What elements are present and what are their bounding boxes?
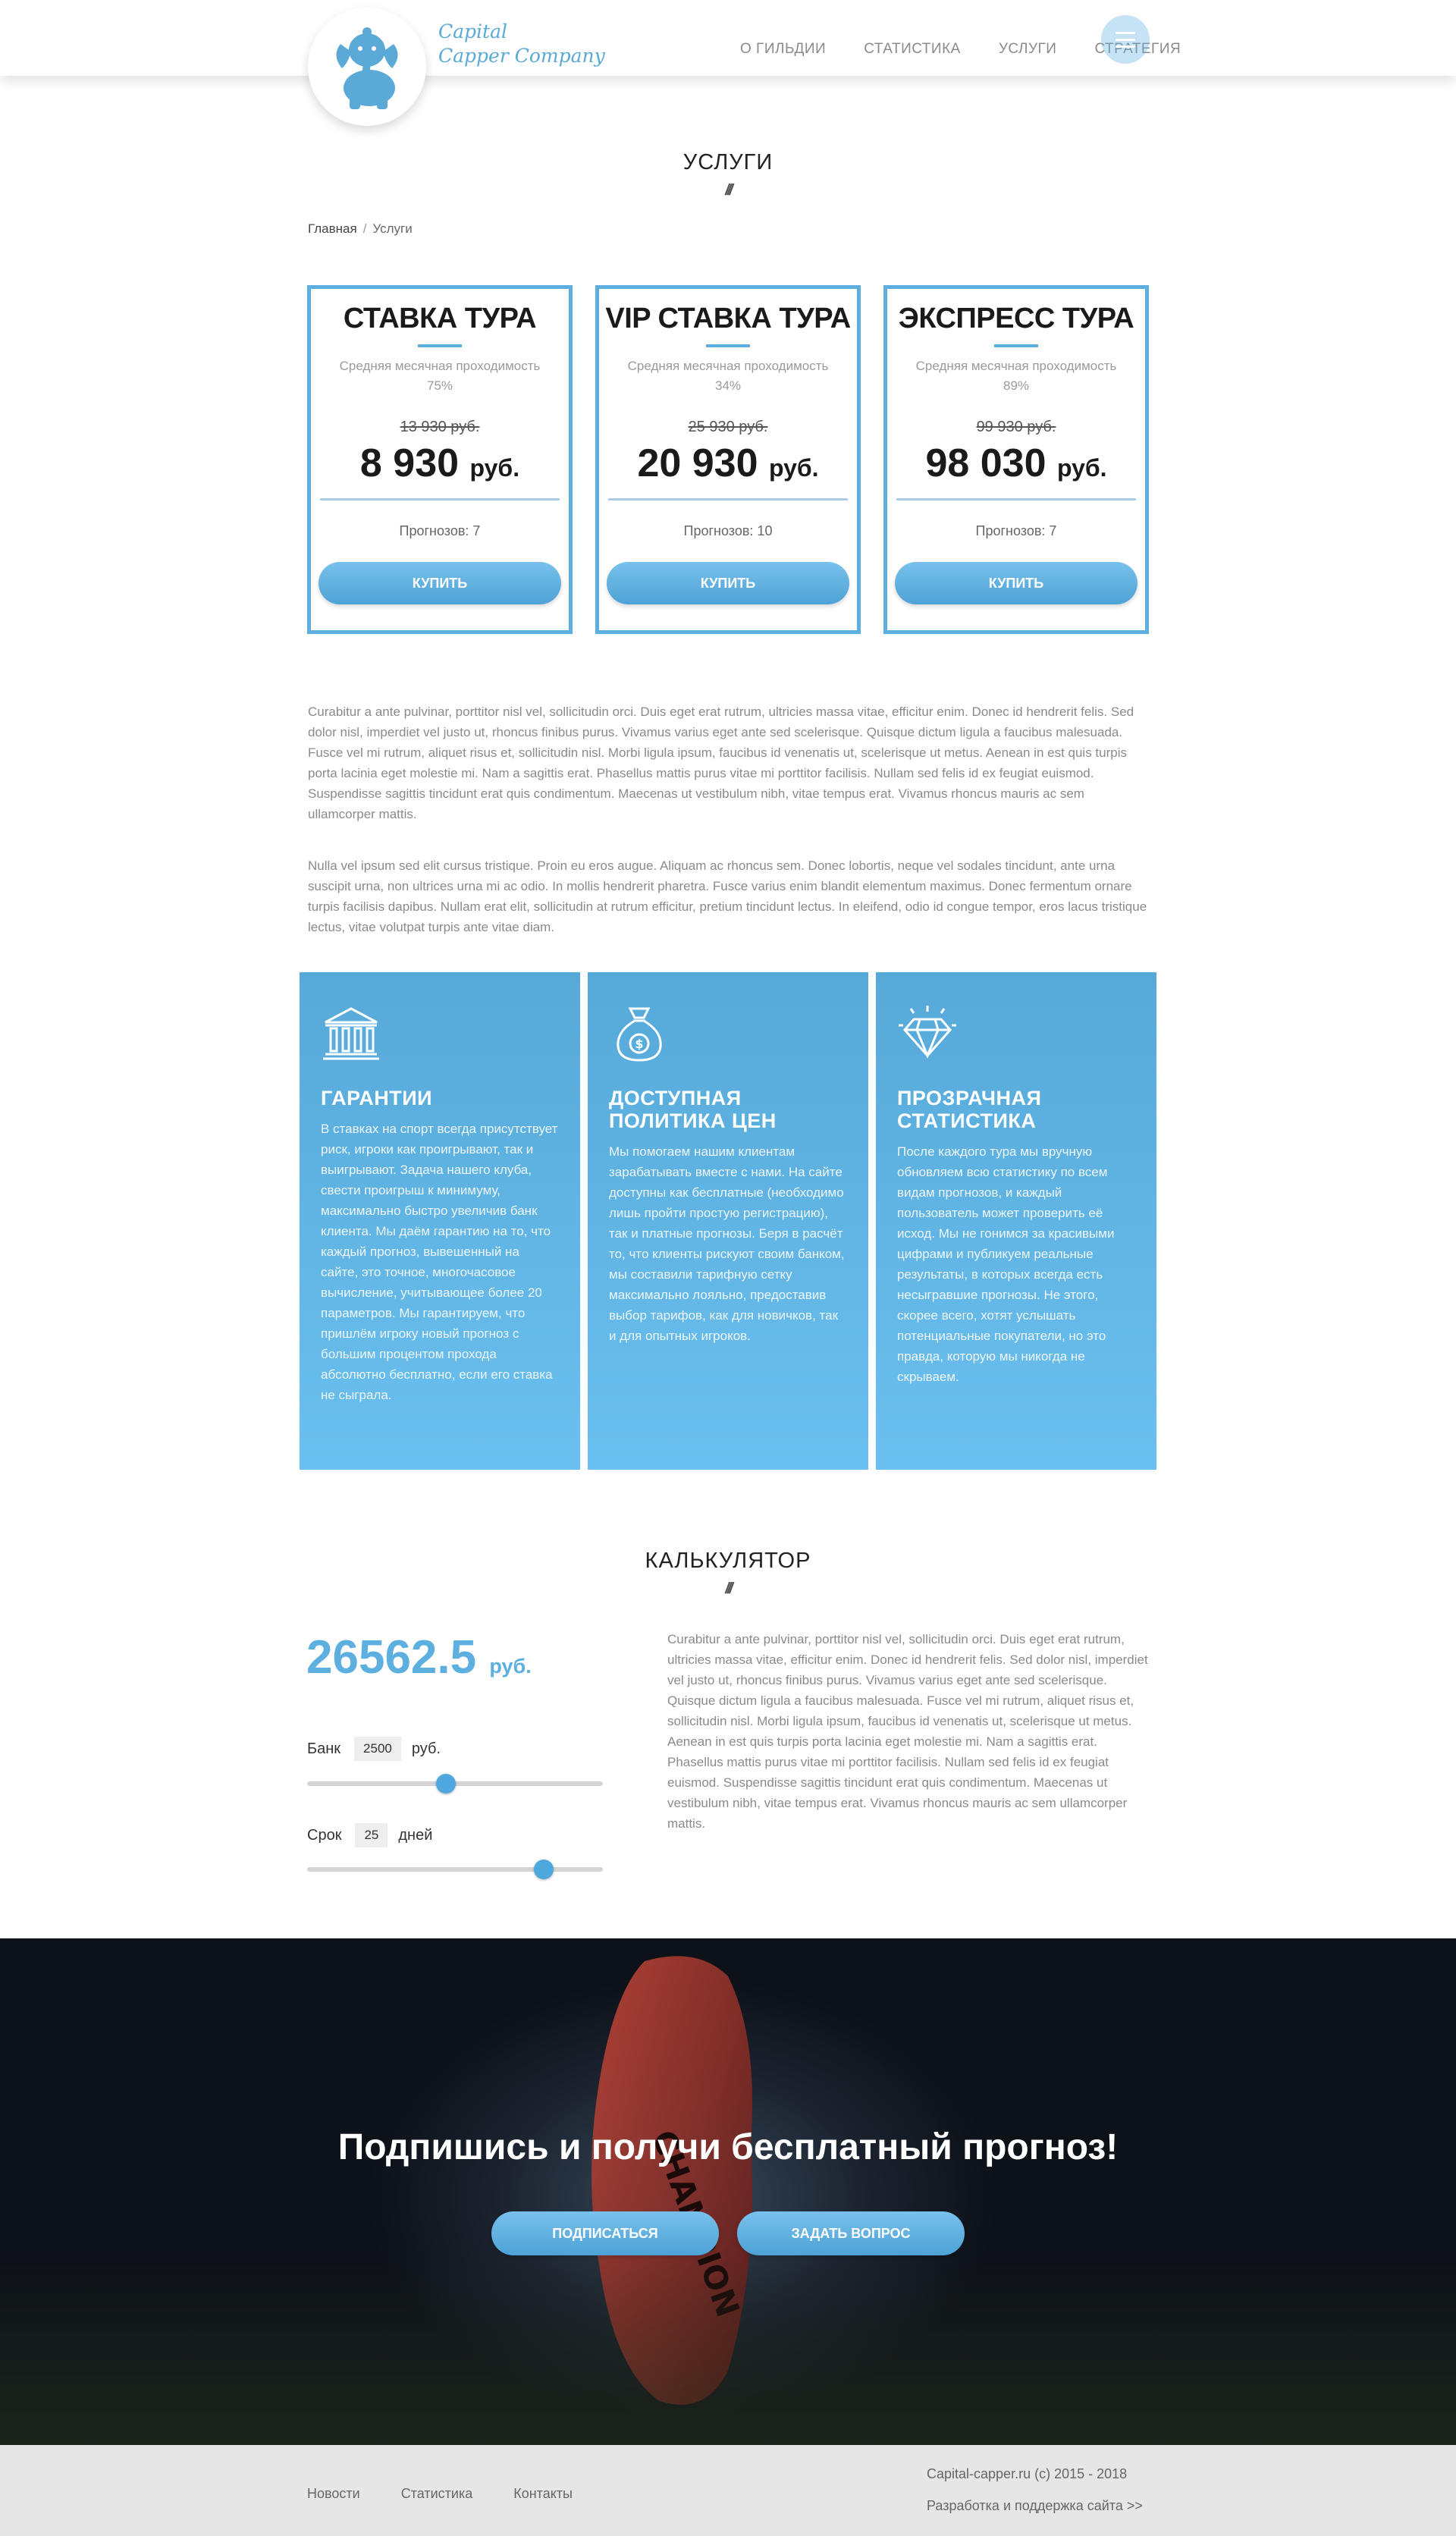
bank-unit: руб. [411, 1740, 441, 1757]
calculator-description: Curabitur a ante pulvinar, porttitor nis… [667, 1632, 1148, 1831]
breadcrumb-separator: / [362, 221, 367, 236]
buy-button[interactable]: КУПИТЬ [895, 562, 1138, 604]
feature-card: ПРОЗРАЧНАЯ СТАТИСТИКА После каждого тура… [876, 972, 1156, 1470]
ask-question-button[interactable]: ЗАДАТЬ ВОПРОС [737, 2211, 965, 2255]
plan-card: СТАВКА ТУРА Средняя месячная проходимост… [307, 285, 573, 634]
svg-text:$: $ [635, 1037, 643, 1051]
intro-paragraph: Nulla vel ipsum sed elit cursus tristiqu… [308, 858, 1147, 934]
term-label: Срок [307, 1826, 342, 1844]
plan-pass-rate: 75% [426, 378, 453, 393]
result-currency: руб. [489, 1655, 532, 1678]
breadcrumb-current: Услуги [372, 221, 413, 236]
plan-divider [994, 344, 1038, 347]
services-title: УСЛУГИ [682, 150, 774, 174]
features: ГАРАНТИИ В ставках на спорт всегда прису… [300, 972, 1156, 1470]
diamond-icon [899, 1006, 956, 1059]
plan-forecasts: Прогнозов: 7 [399, 523, 481, 538]
feature-title: ДОСТУПНАЯ ПОЛИТИКА ЦЕН [609, 1087, 777, 1132]
site-header [0, 0, 1456, 76]
nav-services[interactable]: УСЛУГИ [999, 41, 1057, 58]
term-input[interactable]: 25 [355, 1823, 388, 1847]
bank-row: Банк 2500 руб. [307, 1737, 441, 1761]
term-slider-handle[interactable] [534, 1860, 554, 1879]
logo-text[interactable]: Capital Capper Company [438, 20, 605, 68]
nav-about[interactable]: О ГИЛЬДИИ [740, 41, 826, 58]
elephant-logo-icon [336, 27, 398, 109]
plan-subtitle: Средняя месячная проходимость [915, 359, 1117, 373]
footer-link-news[interactable]: Новости [307, 2486, 360, 2502]
menu-button[interactable] [1101, 15, 1150, 64]
feature-text: Мы помогаем нашим клиентам зарабатывать … [609, 1144, 845, 1343]
bank-slider[interactable] [307, 1774, 603, 1794]
term-row: Срок 25 дней [307, 1823, 432, 1847]
plan-subtitle: Средняя месячная проходимость [339, 359, 541, 373]
feature-title: ПРОЗРАЧНАЯ СТАТИСТИКА [897, 1087, 1042, 1132]
breadcrumb-home[interactable]: Главная [308, 221, 357, 236]
bank-icon [323, 1007, 379, 1060]
footer-link-contacts[interactable]: Контакты [513, 2486, 573, 2502]
plan-separator [320, 498, 560, 501]
buy-button[interactable]: КУПИТЬ [318, 562, 561, 604]
plan-name: СТАВКА ТУРА [343, 303, 537, 334]
plan-old-price: 13 930 руб. [400, 419, 480, 435]
logo[interactable] [308, 8, 426, 126]
term-slider[interactable] [307, 1860, 603, 1879]
plan-price: 98 030 руб. [925, 441, 1107, 485]
subscribe-button[interactable]: ПОДПИСАТЬСЯ [491, 2211, 719, 2255]
grass-overlay [0, 2248, 1456, 2445]
bank-label: Банк [307, 1740, 341, 1757]
bank-input[interactable]: 2500 [354, 1737, 401, 1761]
plan-currency: руб. [469, 454, 520, 482]
footer-links: Новости Статистика Контакты [307, 2486, 613, 2502]
feature-text: В ставках на спорт всегда присутствует р… [321, 1122, 558, 1402]
plan-separator [608, 498, 848, 501]
plan-subtitle: Средняя месячная проходимость [627, 359, 829, 373]
feature-card: $ ДОСТУПНАЯ ПОЛИТИКА ЦЕН Мы помогаем наш… [588, 972, 868, 1470]
plan-separator [896, 498, 1136, 501]
plan-currency: руб. [1056, 454, 1107, 482]
plan-currency: руб. [768, 454, 819, 482]
banner-heading: Подпишись и получи бесплатный прогноз! [337, 2127, 1119, 2167]
plan-name: VIP СТАВКА ТУРА [605, 303, 851, 334]
logo-line-1: Capital [438, 20, 507, 42]
plan-card: VIP СТАВКА ТУРА Средняя месячная проходи… [595, 285, 861, 634]
footer-link-statistics[interactable]: Статистика [401, 2486, 473, 2502]
plan-old-price: 25 930 руб. [688, 419, 768, 435]
logo-line-2: Capper Company [438, 45, 605, 67]
feature-title: ГАРАНТИИ [321, 1087, 433, 1110]
calculator-divider: /// [725, 1580, 733, 1597]
plan-name: ЭКСПРЕСС ТУРА [898, 303, 1134, 334]
term-unit: дней [398, 1826, 433, 1844]
developer-link[interactable]: Разработка и поддержка сайта >> [927, 2498, 1143, 2514]
intro-paragraph: Curabitur a ante pulvinar, porttitor nis… [308, 705, 1134, 821]
nav-statistics[interactable]: СТАТИСТИКА [864, 41, 961, 58]
plan-divider [706, 344, 750, 347]
plan-card: ЭКСПРЕСС ТУРА Средняя месячная проходимо… [883, 285, 1149, 634]
pricing-plans: СТАВКА ТУРА Средняя месячная проходимост… [307, 285, 1149, 634]
feature-card: ГАРАНТИИ В ставках на спорт всегда прису… [300, 972, 580, 1470]
bank-slider-handle[interactable] [436, 1774, 457, 1794]
calculator-result: 26562.5 руб. [306, 1631, 532, 1684]
feature-text: После каждого тура мы вручную обновляем … [897, 1144, 1115, 1384]
plan-forecasts: Прогнозов: 10 [683, 523, 773, 538]
plan-price: 20 930 руб. [637, 441, 819, 485]
plan-old-price: 99 930 руб. [976, 419, 1056, 435]
plan-pass-rate: 34% [714, 378, 742, 393]
hamburger-icon [1116, 31, 1135, 34]
calculator-title: КАЛЬКУЛЯТОР [645, 1549, 811, 1573]
buy-button[interactable]: КУПИТЬ [607, 562, 849, 604]
breadcrumb: Главная / Услуги [308, 221, 413, 237]
services-divider: /// [725, 182, 733, 199]
money-bag-icon: $ [617, 1007, 662, 1062]
plan-price: 8 930 руб. [359, 441, 520, 485]
subscribe-banner: CHAMPION Подпишись и получи бесплатный п… [0, 1938, 1456, 2445]
plan-forecasts: Прогнозов: 7 [975, 523, 1057, 538]
copyright: Capital-capper.ru (c) 2015 - 2018 [927, 2466, 1128, 2481]
site-footer: Новости Статистика Контакты Capital-capp… [0, 2445, 1456, 2536]
plan-pass-rate: 89% [1003, 378, 1030, 393]
plan-divider [418, 344, 462, 347]
